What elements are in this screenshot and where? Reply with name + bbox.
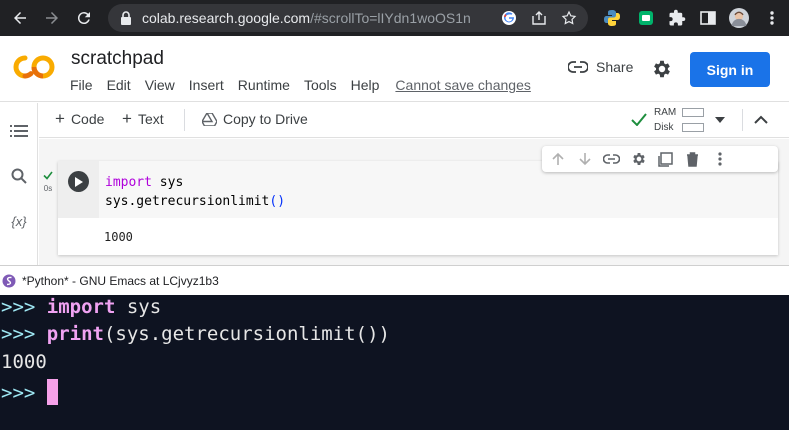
google-icon[interactable]	[500, 9, 518, 27]
execution-time: 0s	[43, 184, 53, 193]
reload-icon	[77, 12, 90, 25]
code-keyword: import	[105, 175, 152, 190]
ram-bar	[682, 108, 704, 117]
menu-tools[interactable]: Tools	[304, 77, 337, 93]
variables-icon[interactable]: {x}	[9, 211, 29, 231]
settings-gear-icon[interactable]	[651, 58, 673, 80]
code-line2: sys.getrecursionlimit	[105, 194, 270, 209]
browser-toolbar: colab.research.google.com/#scrollTo=lIYd…	[0, 0, 789, 36]
left-sidebar: {x}	[0, 103, 38, 265]
menu-bar: File Edit View Insert Runtime Tools Help…	[70, 77, 531, 93]
url-path: /#scrollTo=lIYdn1woOS1n	[310, 10, 471, 26]
reload-button[interactable]	[70, 4, 98, 32]
emacs-icon	[2, 274, 16, 287]
table-of-contents-icon[interactable]	[9, 121, 29, 141]
green-extension-icon[interactable]	[636, 8, 656, 28]
text-cursor	[46, 379, 58, 405]
notebook-toolbar: + Code + Text Copy to Drive RAM Disk	[39, 103, 789, 138]
disk-label: Disk	[654, 122, 674, 133]
cell-output: 1000	[104, 230, 133, 244]
emacs-window-title: *Python* - GNU Emacs at LCjvyz1b3	[22, 273, 219, 288]
python-extension-icon[interactable]	[602, 8, 622, 28]
share-label: Share	[596, 59, 634, 75]
check-icon	[43, 171, 53, 180]
copy-to-drive-label: Copy to Drive	[223, 111, 308, 127]
profile-avatar[interactable]	[729, 8, 749, 28]
repl-keyword: print	[46, 323, 104, 345]
repl-line: >>>	[1, 379, 58, 405]
move-up-icon[interactable]	[548, 150, 567, 169]
arrow-right-icon	[46, 12, 58, 24]
mirror-cell-icon[interactable]	[656, 150, 675, 169]
address-bar[interactable]: colab.research.google.com/#scrollTo=lIYd…	[108, 4, 588, 32]
resource-indicator[interactable]: RAM Disk	[631, 105, 711, 135]
sign-in-button[interactable]: Sign in	[690, 52, 770, 87]
more-vert-icon[interactable]	[710, 150, 729, 169]
repl-output: 1000	[1, 351, 47, 373]
bookmark-star-icon[interactable]	[560, 9, 578, 27]
plus-icon: +	[55, 109, 65, 128]
extensions-puzzle-icon[interactable]	[667, 8, 687, 28]
repl-prompt: >>>	[1, 382, 47, 404]
cell-gutter	[58, 161, 99, 218]
execution-status: 0s	[43, 171, 53, 194]
share-button[interactable]: Share	[568, 59, 633, 75]
toolbar-divider	[184, 109, 185, 131]
url-text: colab.research.google.com/#scrollTo=lIYd…	[142, 10, 471, 26]
add-text-button[interactable]: + Text	[122, 109, 164, 128]
python-repl[interactable]: >>> import sys >>> print(sys.getrecursio…	[0, 295, 789, 430]
arrow-left-icon	[14, 12, 26, 24]
emacs-title-bar: *Python* - GNU Emacs at LCjvyz1b3	[0, 265, 789, 295]
url-host: colab.research.google.com	[142, 10, 311, 26]
code-text: import sys sys.getrecursionlimit()	[105, 173, 285, 211]
colab-logo[interactable]	[12, 52, 56, 82]
repl-line: >>> print(sys.getrecursionlimit())	[1, 323, 390, 345]
chevron-down-icon[interactable]	[715, 115, 725, 125]
repl-keyword: import	[46, 296, 116, 318]
cell-toolbar	[542, 146, 778, 172]
run-cell-button[interactable]	[68, 171, 89, 192]
notebook-title[interactable]: scratchpad	[71, 48, 164, 70]
code-line1-rest: sys	[151, 175, 184, 190]
toolbar-divider	[742, 109, 743, 131]
plus-icon: +	[122, 109, 132, 128]
play-icon	[74, 176, 83, 187]
code-parens: ()	[269, 194, 286, 209]
add-code-label: Code	[70, 111, 105, 127]
link-icon	[568, 61, 588, 73]
add-code-button[interactable]: + Code	[55, 109, 105, 128]
back-button[interactable]	[6, 4, 34, 32]
repl-prompt: >>>	[1, 296, 47, 318]
search-icon[interactable]	[9, 166, 29, 186]
side-panel-icon[interactable]	[698, 8, 718, 28]
link-cell-icon[interactable]	[602, 150, 621, 169]
menu-edit[interactable]: Edit	[107, 77, 131, 93]
chevron-up-icon[interactable]	[753, 112, 769, 128]
menu-runtime[interactable]: Runtime	[238, 77, 290, 93]
connected-check-icon	[631, 113, 647, 126]
menu-file[interactable]: File	[70, 77, 93, 93]
delete-cell-icon[interactable]	[683, 150, 702, 169]
menu-help[interactable]: Help	[351, 77, 380, 93]
menu-view[interactable]: View	[145, 77, 175, 93]
colab-header: scratchpad File Edit View Insert Runtime…	[0, 36, 789, 102]
more-vert-icon[interactable]	[762, 8, 782, 28]
forward-button[interactable]	[38, 4, 66, 32]
lock-icon	[118, 10, 134, 26]
repl-text: (sys.getrecursionlimit())	[103, 323, 390, 345]
code-cell[interactable]: import sys sys.getrecursionlimit() 1000	[58, 161, 778, 255]
add-text-label: Text	[137, 111, 164, 127]
copy-to-drive-button[interactable]: Copy to Drive	[202, 111, 308, 127]
move-down-icon[interactable]	[575, 150, 594, 169]
repl-line: >>> import sys	[1, 296, 161, 318]
menu-insert[interactable]: Insert	[189, 77, 224, 93]
repl-text: sys	[115, 296, 162, 318]
ram-label: RAM	[654, 107, 677, 118]
disk-bar	[682, 123, 704, 132]
cell-settings-icon[interactable]	[629, 150, 648, 169]
share-page-icon[interactable]	[530, 9, 548, 27]
repl-prompt: >>>	[1, 323, 47, 345]
save-warning-link[interactable]: Cannot save changes	[395, 77, 530, 93]
drive-icon	[202, 112, 217, 126]
